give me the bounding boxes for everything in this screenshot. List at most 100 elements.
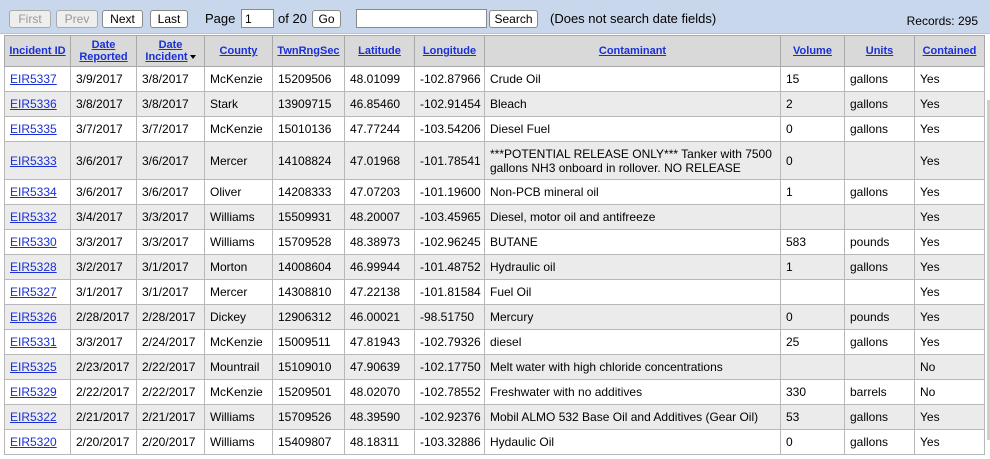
header-incident-id[interactable]: Incident ID — [4, 35, 71, 67]
sort-date-incident-link[interactable]: Date Incident — [145, 39, 187, 63]
date-incident-cell: 3/3/2017 — [136, 204, 205, 230]
twnrngsec-cell: 14208333 — [272, 179, 345, 205]
county-cell: Mercer — [204, 279, 273, 305]
volume-cell — [780, 354, 845, 380]
incident-id-link[interactable]: EIR5325 — [10, 360, 57, 374]
date-reported-cell: 3/6/2017 — [70, 141, 137, 180]
header-units[interactable]: Units — [844, 35, 915, 67]
header-contaminant[interactable]: Contaminant — [484, 35, 781, 67]
incident-id-link[interactable]: EIR5327 — [10, 285, 57, 299]
go-button[interactable]: Go — [312, 10, 341, 28]
volume-cell: 2 — [780, 91, 845, 117]
incident-id-cell[interactable]: EIR5329 — [4, 379, 71, 405]
search-input[interactable] — [356, 9, 487, 28]
county-cell: McKenzie — [204, 329, 273, 355]
date-incident-cell: 3/6/2017 — [136, 141, 205, 180]
volume-cell: 330 — [780, 379, 845, 405]
volume-cell: 1 — [780, 179, 845, 205]
contained-cell: Yes — [914, 141, 985, 180]
sort-contained-link[interactable]: Contained — [923, 45, 977, 57]
incident-id-cell[interactable]: EIR5337 — [4, 66, 71, 92]
incident-id-cell[interactable]: EIR5327 — [4, 279, 71, 305]
table-row: EIR5331 3/3/2017 2/24/2017 McKenzie 15009511… — [4, 329, 985, 355]
page-count-label: of 20 — [278, 11, 307, 26]
first-page-button[interactable]: First — [9, 10, 51, 28]
header-longitude[interactable]: Longitude — [414, 35, 485, 67]
incident-id-link[interactable]: EIR5335 — [10, 122, 57, 136]
twnrngsec-cell: 15209501 — [272, 379, 345, 405]
sort-date-reported-link[interactable]: Date Reported — [79, 39, 127, 63]
incident-id-cell[interactable]: EIR5325 — [4, 354, 71, 380]
volume-cell — [780, 279, 845, 305]
incident-id-cell[interactable]: EIR5335 — [4, 116, 71, 142]
contaminant-cell: Diesel, motor oil and antifreeze — [484, 204, 781, 230]
header-contained[interactable]: Contained — [914, 35, 985, 67]
county-cell: Mercer — [204, 141, 273, 180]
contained-cell: Yes — [914, 254, 985, 280]
next-page-button[interactable]: Next — [102, 10, 143, 28]
header-county[interactable]: County — [204, 35, 273, 67]
contained-cell: Yes — [914, 304, 985, 330]
incident-id-link[interactable]: EIR5332 — [10, 210, 57, 224]
incident-id-cell[interactable]: EIR5334 — [4, 179, 71, 205]
incident-id-link[interactable]: EIR5322 — [10, 410, 57, 424]
incident-id-link[interactable]: EIR5333 — [10, 154, 57, 168]
incident-id-link[interactable]: EIR5337 — [10, 72, 57, 86]
twnrngsec-cell: 15409807 — [272, 429, 345, 455]
table-row: EIR5322 2/21/2017 2/21/2017 Williams 1570952… — [4, 404, 985, 430]
date-incident-cell: 2/28/2017 — [136, 304, 205, 330]
county-cell: Williams — [204, 404, 273, 430]
volume-cell: 15 — [780, 66, 845, 92]
contaminant-cell: Diesel Fuel — [484, 116, 781, 142]
incident-id-cell[interactable]: EIR5333 — [4, 141, 71, 180]
incident-id-link[interactable]: EIR5320 — [10, 435, 57, 449]
twnrngsec-cell: 15209506 — [272, 66, 345, 92]
incident-id-cell[interactable]: EIR5328 — [4, 254, 71, 280]
header-latitude[interactable]: Latitude — [344, 35, 415, 67]
sort-longitude-link[interactable]: Longitude — [423, 45, 476, 57]
sort-twnrngsec-link[interactable]: TwnRngSec — [277, 45, 339, 57]
twnrngsec-cell: 14008604 — [272, 254, 345, 280]
latitude-cell: 47.77244 — [344, 116, 415, 142]
date-reported-cell: 3/6/2017 — [70, 179, 137, 205]
sort-county-link[interactable]: County — [220, 45, 258, 57]
incident-id-cell[interactable]: EIR5330 — [4, 229, 71, 255]
header-twnrngsec[interactable]: TwnRngSec — [272, 35, 345, 67]
contaminant-cell: Freshwater with no additives — [484, 379, 781, 405]
incident-id-cell[interactable]: EIR5331 — [4, 329, 71, 355]
contaminant-cell: Bleach — [484, 91, 781, 117]
contaminant-cell: Melt water with high chloride concentrat… — [484, 354, 781, 380]
incident-id-link[interactable]: EIR5331 — [10, 335, 57, 349]
incident-id-cell[interactable]: EIR5322 — [4, 404, 71, 430]
incident-id-link[interactable]: EIR5330 — [10, 235, 57, 249]
latitude-cell: 48.01099 — [344, 66, 415, 92]
contained-cell: No — [914, 354, 985, 380]
header-volume[interactable]: Volume — [780, 35, 845, 67]
incident-id-cell[interactable]: EIR5320 — [4, 429, 71, 455]
incident-id-cell[interactable]: EIR5332 — [4, 204, 71, 230]
sort-units-link[interactable]: Units — [866, 45, 894, 57]
incident-id-link[interactable]: EIR5336 — [10, 97, 57, 111]
incident-id-cell[interactable]: EIR5326 — [4, 304, 71, 330]
prev-page-button[interactable]: Prev — [56, 10, 98, 28]
incident-id-cell[interactable]: EIR5336 — [4, 91, 71, 117]
sort-latitude-link[interactable]: Latitude — [358, 45, 401, 57]
sort-volume-link[interactable]: Volume — [793, 45, 832, 57]
header-date-reported[interactable]: Date Reported — [70, 35, 137, 67]
last-page-button[interactable]: Last — [150, 10, 188, 28]
table-row: EIR5333 3/6/2017 3/6/2017 Mercer 14108824 47.… — [4, 141, 985, 180]
incident-id-link[interactable]: EIR5328 — [10, 260, 57, 274]
incident-id-link[interactable]: EIR5326 — [10, 310, 57, 324]
page-label: Page — [205, 11, 236, 26]
incident-id-link[interactable]: EIR5329 — [10, 385, 57, 399]
page-number-input[interactable] — [241, 9, 274, 28]
header-date-incident[interactable]: Date Incident — [136, 35, 205, 67]
units-cell: gallons — [844, 404, 915, 430]
search-button[interactable]: Search — [489, 10, 538, 28]
sort-contaminant-link[interactable]: Contaminant — [599, 45, 666, 57]
incident-id-link[interactable]: EIR5334 — [10, 185, 57, 199]
date-incident-cell: 2/24/2017 — [136, 329, 205, 355]
table-row: EIR5327 3/1/2017 3/1/2017 Mercer 14308810 47.… — [4, 279, 985, 305]
sort-incident-id-link[interactable]: Incident ID — [9, 45, 65, 57]
contaminant-cell: BUTANE — [484, 229, 781, 255]
